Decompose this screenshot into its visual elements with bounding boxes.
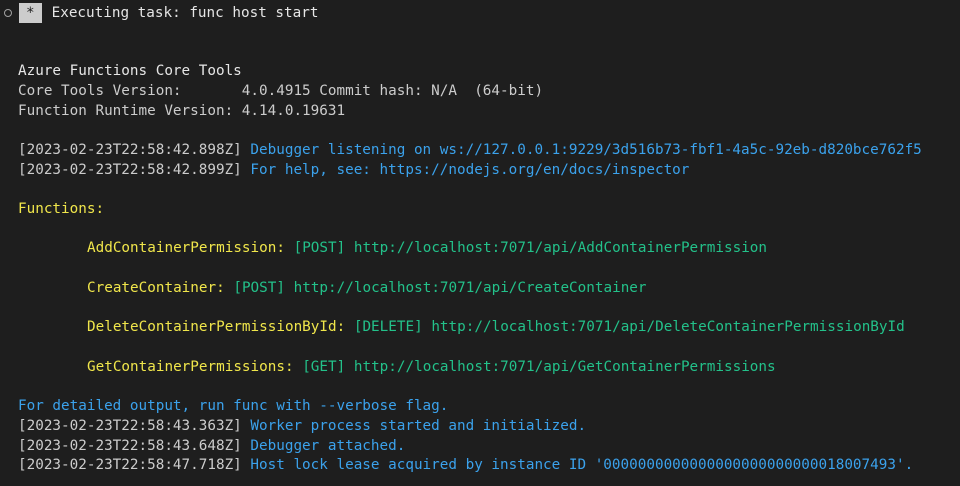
verbose-hint: For detailed output, run func with --ver…: [18, 398, 449, 414]
task-status-circle-icon: [4, 9, 12, 17]
log-line: [2023-02-23T22:58:43.363Z] Worker proces…: [18, 417, 586, 437]
log-timestamp: [2023-02-23T22:58:42.898Z]: [18, 142, 251, 158]
log-line: [2023-02-23T22:58:42.899Z] For help, see…: [18, 161, 689, 181]
task-star-badge: *: [19, 3, 42, 23]
functions-heading: Functions:: [18, 201, 105, 217]
log-line: [2023-02-23T22:58:47.718Z] Host lock lea…: [18, 456, 913, 476]
core-tools-version-line: Core Tools Version: 4.0.4915 Commit hash…: [18, 82, 543, 102]
log-line: [2023-02-23T22:58:43.648Z] Debugger atta…: [18, 437, 405, 457]
function-method: [GET]: [302, 359, 346, 375]
log-timestamp: [2023-02-23T22:58:47.718Z]: [18, 457, 251, 473]
core-tools-label: Core Tools Version:: [18, 83, 242, 99]
log-message: Debugger attached.: [250, 438, 406, 454]
runtime-version-line: Function Runtime Version: 4.14.0.19631: [18, 102, 345, 122]
function-method: [POST]: [233, 280, 285, 296]
function-method: [DELETE]: [353, 319, 423, 335]
function-url-link[interactable]: http://localhost:7071/api/AddContainerPe…: [354, 240, 767, 256]
log-timestamp: [2023-02-23T22:58:43.363Z]: [18, 418, 251, 434]
function-entry: GetContainerPermissions: [GET] http://lo…: [87, 358, 776, 378]
task-title: Executing task: func host start: [51, 5, 319, 21]
terminal-panel[interactable]: * Executing task: func host start Azure …: [0, 0, 960, 486]
task-header: * Executing task: func host start: [4, 3, 318, 23]
function-name: GetContainerPermissions:: [87, 359, 294, 375]
log-line: [2023-02-23T22:58:42.898Z] Debugger list…: [18, 141, 922, 161]
log-message: Host lock lease acquired by instance ID …: [250, 457, 914, 473]
core-tools-value: 4.0.4915 Commit hash: N/A (64-bit): [241, 83, 544, 99]
runtime-value: 4.14.0.19631: [241, 103, 346, 119]
function-entry: AddContainerPermission: [POST] http://lo…: [87, 239, 767, 259]
function-name: DeleteContainerPermissionById:: [87, 319, 346, 335]
function-entry: DeleteContainerPermissionById: [DELETE] …: [87, 318, 905, 338]
log-message[interactable]: For help, see: https://nodejs.org/en/doc…: [250, 162, 689, 178]
log-message: Worker process started and initialized.: [250, 418, 587, 434]
log-message[interactable]: Debugger listening on ws://127.0.0.1:922…: [250, 142, 921, 158]
function-url-link[interactable]: http://localhost:7071/api/CreateContaine…: [294, 280, 647, 296]
log-timestamp: [2023-02-23T22:58:43.648Z]: [18, 438, 251, 454]
function-name: AddContainerPermission:: [87, 240, 285, 256]
runtime-label: Function Runtime Version:: [18, 103, 242, 119]
log-timestamp: [2023-02-23T22:58:42.899Z]: [18, 162, 251, 178]
function-entry: CreateContainer: [POST] http://localhost…: [87, 279, 647, 299]
function-url-link[interactable]: http://localhost:7071/api/DeleteContaine…: [431, 319, 904, 335]
function-method: [POST]: [293, 240, 346, 256]
function-url-link[interactable]: http://localhost:7071/api/GetContainerPe…: [354, 359, 776, 375]
banner-title: Azure Functions Core Tools: [18, 63, 242, 79]
function-name: CreateContainer:: [87, 280, 225, 296]
